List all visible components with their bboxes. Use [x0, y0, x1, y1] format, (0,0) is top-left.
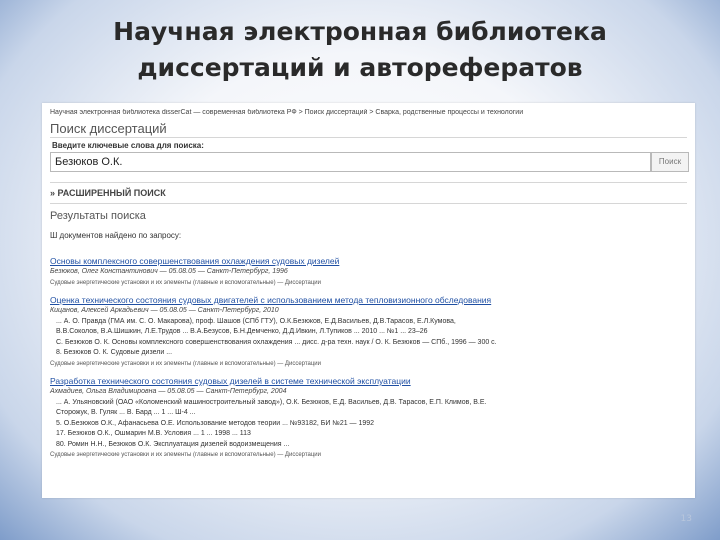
result-snippet-line: 5. О.Безюков О.К., Афанасьева О.Е. Испол…: [56, 419, 375, 427]
divider: [50, 137, 687, 138]
result-snippet-line: Сторожук, В. Гуляк ... В. Бард ... 1 ...…: [56, 409, 196, 416]
result-title-link[interactable]: Основы комплексного совершенствования ох…: [50, 255, 690, 267]
keywords-label: Введите ключевые слова для поиска:: [52, 141, 204, 150]
results-title: Результаты поиска: [50, 210, 146, 222]
advanced-search-toggle[interactable]: » РАСШИРЕННЫЙ ПОИСК: [50, 188, 166, 198]
slide-page-number: 13: [680, 514, 692, 524]
divider: [50, 203, 687, 204]
chevron-right-icon: »: [50, 188, 58, 198]
search-section-title: Поиск диссертаций: [50, 121, 167, 136]
result-meta: Безюков, Олег Константинович — 05.08.05 …: [50, 268, 288, 275]
found-count-text: Ш документов найдено по запросу:: [50, 231, 182, 240]
result-snippet-line: ... А. Ульяновский (ОАО «Коломенский маш…: [56, 398, 487, 406]
result-snippet-line: 17. Безюков О.К., Ошмарин М.В. Условия .…: [56, 430, 251, 437]
advanced-search-label: РАСШИРЕННЫЙ ПОИСК: [57, 188, 166, 198]
result-meta: Ахмадиев, Ольга Владимировна — 05.08.05 …: [50, 388, 287, 395]
slide-title: Научная электронная библиотека диссертац…: [0, 14, 720, 86]
result-category-link[interactable]: Судовые энергетические установки и их эл…: [50, 450, 690, 461]
result-item: Разработка технического состояния судовы…: [50, 375, 690, 461]
slide-title-line-2: диссертаций и авторефератов: [137, 53, 583, 82]
result-snippet-line: 8. Безюков О. К. Судовые дизели ...: [56, 349, 173, 356]
search-input[interactable]: [50, 152, 651, 172]
result-category-link[interactable]: Судовые энергетические установки и их эл…: [50, 359, 690, 370]
result-snippet-line: С. Безюков О. К. Основы комплексного сов…: [56, 338, 497, 346]
breadcrumb[interactable]: Научная электронная библиотека disserCat…: [50, 109, 690, 116]
result-title-link[interactable]: Оценка технического состояния судовых дв…: [50, 294, 690, 306]
result-snippet-line: ... А. О. Правда (ГМА им. С. О. Макарова…: [56, 317, 456, 325]
result-snippet-line: 80. Ромин Н.Н., Безюков О.К. Эксплуатаци…: [56, 440, 290, 448]
search-button[interactable]: Поиск: [651, 152, 689, 172]
slide-title-line-1: Научная электронная библиотека: [113, 17, 607, 46]
website-screenshot: Научная электронная библиотека disserCat…: [42, 103, 695, 498]
result-snippet-line: В.В.Соколов, В.А.Шишкин, Л.Е.Трудов ... …: [56, 328, 428, 335]
result-item: Оценка технического состояния судовых дв…: [50, 294, 690, 369]
result-title-link[interactable]: Разработка технического состояния судовы…: [50, 375, 690, 387]
result-item: Основы комплексного совершенствования ох…: [50, 255, 690, 288]
result-category-link[interactable]: Судовые энергетические установки и их эл…: [50, 278, 690, 289]
result-meta: Кицанов, Алексей Аркадьевич — 05.08.05 —…: [50, 307, 279, 314]
divider: [50, 182, 687, 183]
results-list: Основы комплексного совершенствования ох…: [50, 255, 690, 467]
